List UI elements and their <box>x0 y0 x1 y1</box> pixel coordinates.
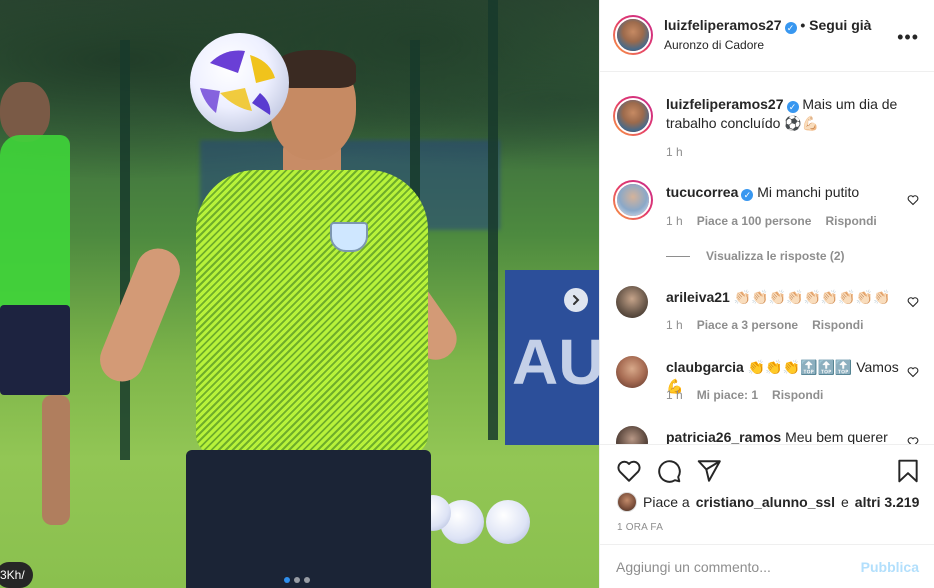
player-shorts <box>186 450 431 588</box>
comment-avatar[interactable] <box>616 356 648 388</box>
comment-item: tucucorrea ✓ Mi manchi putito 1 h Piace a… <box>613 180 919 240</box>
background-player-shirt <box>0 135 70 315</box>
comment-username[interactable]: claubgarcia <box>666 359 744 375</box>
liker-username[interactable]: cristiano_alunno_ssl <box>696 494 835 510</box>
likes-others-link[interactable]: altri 3.219 <box>855 494 920 510</box>
verified-badge-icon: ✓ <box>784 22 797 34</box>
heart-icon[interactable] <box>907 366 919 378</box>
comment-username[interactable]: tucucorrea <box>666 184 738 200</box>
caption: luizfeliperamos27 ✓ Mais um dia de trabal… <box>613 89 919 169</box>
comment-likes[interactable]: Piace a 3 persone <box>697 318 798 332</box>
carousel-next-button[interactable] <box>564 288 588 312</box>
comment-icon[interactable] <box>656 458 682 484</box>
heart-icon[interactable] <box>907 436 919 444</box>
comment-time[interactable]: 1 h <box>666 318 683 332</box>
banner-text: AU <box>512 326 599 398</box>
heart-icon[interactable] <box>907 194 919 206</box>
fence-post <box>488 0 498 440</box>
carousel-dot <box>284 577 290 583</box>
post-comment-button[interactable]: Pubblica <box>861 559 919 575</box>
likes-summary: Piace a cristiano_alunno_ssl e altri 3.2… <box>617 492 919 512</box>
fence-post <box>120 40 130 460</box>
player-arm-left <box>93 241 187 389</box>
comment-reply-button[interactable]: Rispondi <box>825 214 876 228</box>
caption-time[interactable]: 1 h <box>666 145 683 159</box>
comment-time[interactable]: 1 h <box>666 388 683 402</box>
verified-badge-icon: ✓ <box>741 189 754 201</box>
comment-username[interactable]: patricia26_ramos <box>666 429 781 444</box>
follow-status-button[interactable]: • Segui già <box>800 17 871 33</box>
user-tag-badge[interactable]: 3Kh/ <box>0 562 33 588</box>
user-tag-text: 3Kh/ <box>0 568 25 582</box>
likes-and: e <box>840 494 849 510</box>
background-player-leg <box>42 395 70 525</box>
comment-text: Meu bem querer <box>785 429 888 444</box>
comment-text: Mi manchi putito <box>757 184 860 200</box>
post-image[interactable]: AU 3Kh/ <box>0 0 599 588</box>
comment-reply-button[interactable]: Rispondi <box>812 318 863 332</box>
author-avatar[interactable] <box>613 15 653 55</box>
player-jersey <box>196 170 428 455</box>
comment-reply-button[interactable]: Rispondi <box>772 388 823 402</box>
background-player-shorts <box>0 305 70 395</box>
comments-list[interactable]: luizfeliperamos27 ✓ Mais um dia de trabal… <box>600 72 934 444</box>
post-header: luizfeliperamos27 ✓ • Segui già Auronzo d… <box>600 0 934 72</box>
verified-badge-icon: ✓ <box>786 101 799 113</box>
comment-avatar[interactable] <box>613 180 653 220</box>
comment-avatar[interactable] <box>616 286 648 318</box>
caption-avatar[interactable] <box>613 96 653 136</box>
replies-divider <box>666 255 690 257</box>
comment-item: claubgarcia 👏👏👏🔝🔝🔝 Vamos💪 1 h Mi piace: … <box>616 356 919 416</box>
comment-time[interactable]: 1 h <box>666 214 683 228</box>
add-comment-bar: Pubblica <box>600 544 934 588</box>
comment-input[interactable] <box>616 557 836 577</box>
author-username[interactable]: luizfeliperamos27 <box>664 17 782 33</box>
likes-prefix: Piace a <box>643 494 690 510</box>
football <box>190 33 289 132</box>
comment-likes[interactable]: Piace a 100 persone <box>697 214 812 228</box>
location-link[interactable]: Auronzo di Cadore <box>664 38 764 52</box>
post-timestamp[interactable]: 1 ORA FA <box>617 522 663 533</box>
club-crest <box>330 222 368 252</box>
post-sidebar: luizfeliperamos27 ✓ • Segui già Auronzo d… <box>599 0 934 588</box>
carousel-dots <box>284 577 310 583</box>
view-replies-button[interactable]: Visualizza le risposte (2) <box>666 249 845 263</box>
background-player-head <box>0 82 50 142</box>
comment-item: patricia26_ramos Meu bem querer <box>616 426 919 444</box>
comment-avatar[interactable] <box>616 426 648 444</box>
carousel-dot <box>294 577 300 583</box>
more-options-icon[interactable]: ••• <box>897 27 919 48</box>
comment-username[interactable]: arileiva21 <box>666 289 730 305</box>
ground-ball <box>486 500 530 544</box>
carousel-dot <box>304 577 310 583</box>
comment-likes[interactable]: Mi piace: 1 <box>697 388 758 402</box>
heart-icon[interactable] <box>907 296 919 308</box>
liker-avatar[interactable] <box>617 492 637 512</box>
send-icon[interactable] <box>696 458 722 484</box>
comment-item: arileiva21 👏🏻👏🏻👏🏻👏🏻👏🏻👏🏻👏🏻👏🏻👏🏻 1 h Piace … <box>616 286 919 346</box>
heart-icon[interactable] <box>616 458 642 484</box>
comment-text: 👏🏻👏🏻👏🏻👏🏻👏🏻👏🏻👏🏻👏🏻👏🏻 <box>733 289 891 305</box>
post-actions: Piace a cristiano_alunno_ssl e altri 3.2… <box>600 444 934 544</box>
caption-username[interactable]: luizfeliperamos27 <box>666 96 784 112</box>
chevron-right-icon <box>573 295 580 305</box>
view-replies-label: Visualizza le risposte (2) <box>706 249 845 263</box>
bookmark-icon[interactable] <box>895 458 921 484</box>
football-pattern <box>200 50 275 115</box>
